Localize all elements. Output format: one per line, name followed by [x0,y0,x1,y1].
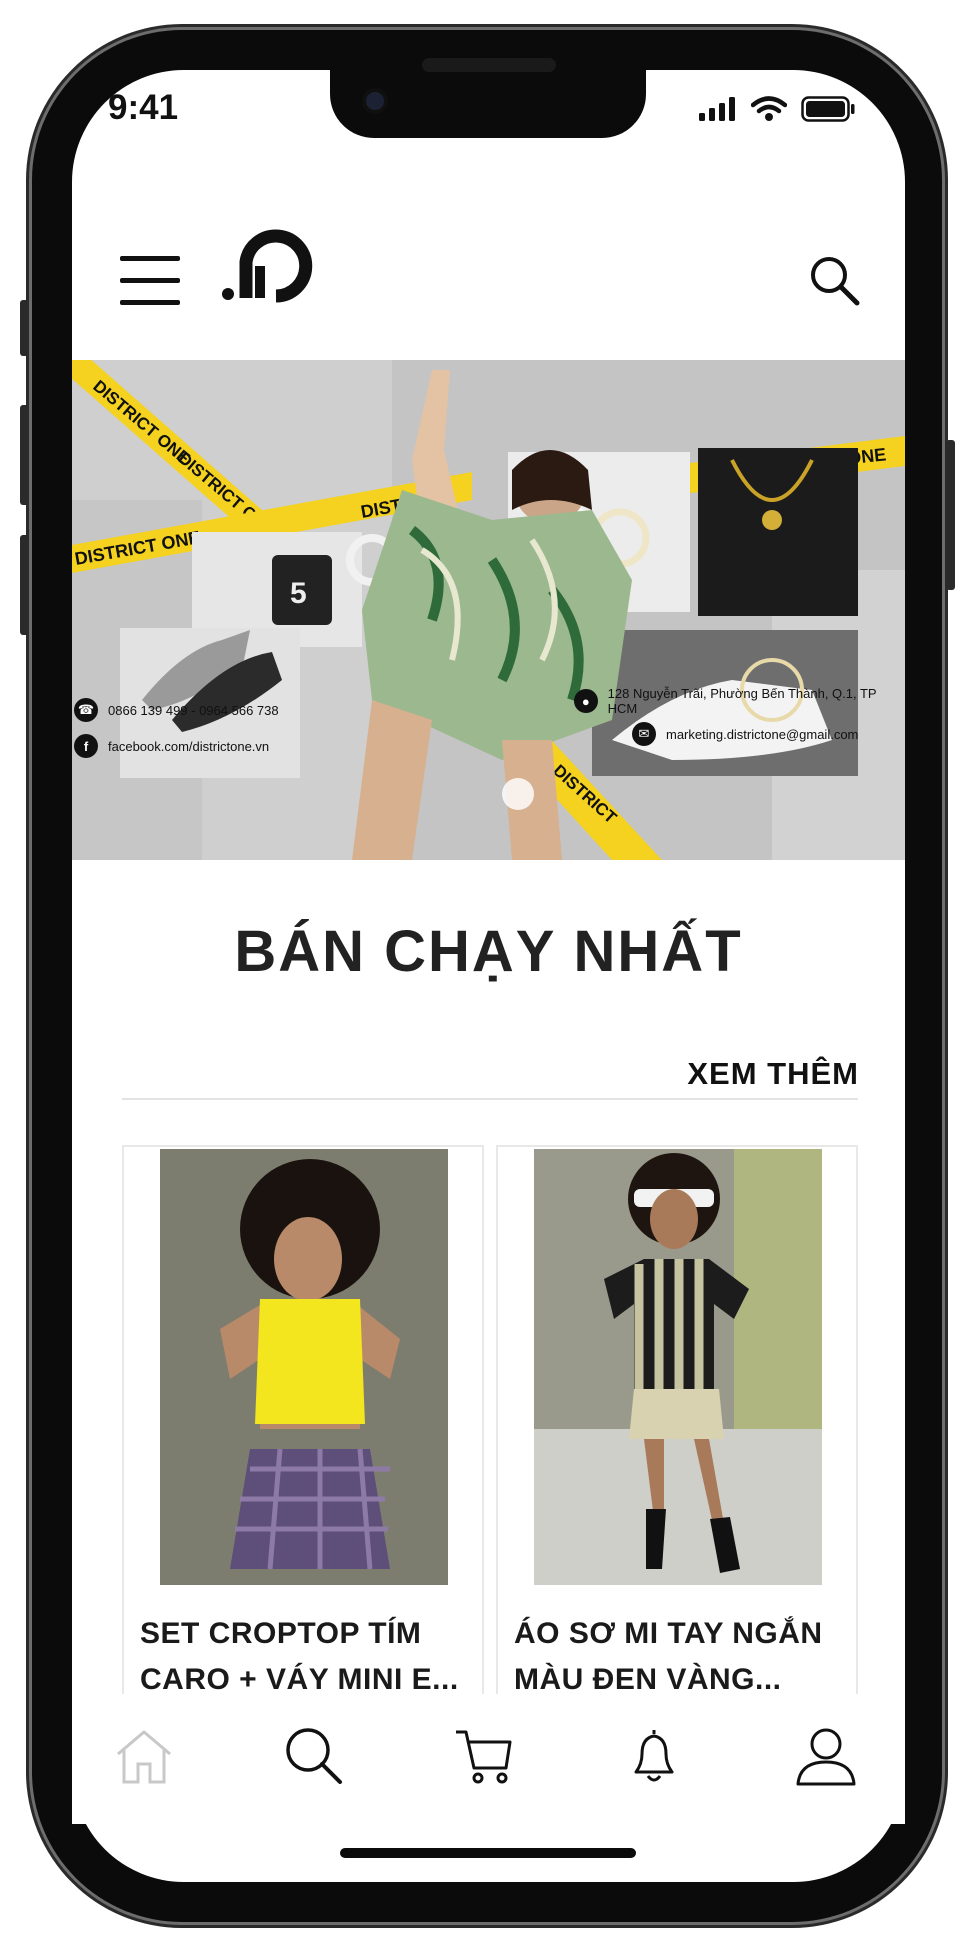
notch [330,58,646,138]
hero-banner[interactable]: DISTRICT ONE DISTRICT ONE DISTRICT ONE D… [72,360,905,860]
product-image[interactable] [160,1149,448,1585]
cart-icon [456,1730,512,1784]
header-search-icon[interactable] [808,254,860,306]
status-icons [699,96,855,122]
nav-profile[interactable] [794,1724,858,1788]
phone-icon: ☎ [74,698,98,722]
nav-home[interactable] [112,1724,176,1788]
menu-line [120,256,180,261]
banner-facebook-text: facebook.com/districtone.vn [108,738,270,754]
search-icon [286,1728,342,1784]
speaker [422,58,556,72]
carousel-indicator[interactable] [502,778,534,810]
product-name[interactable]: SET CROPTOP TÍM CARO + VÁY MINI E... [140,1611,472,1695]
location-pin-icon: ● [574,689,598,713]
product-card[interactable]: SET CROPTOP TÍM CARO + VÁY MINI E... [122,1145,484,1695]
section-title: BÁN CHẠY NHẤT [234,919,743,984]
facebook-icon: f [74,734,98,758]
banner-facebook: f facebook.com/districtone.vn [74,734,269,758]
see-more-link[interactable]: XEM THÊM [687,1056,859,1092]
banner-email-text: marketing.districtone@gmail.com [666,726,859,742]
product-image[interactable] [534,1149,822,1585]
banner-artwork: DISTRICT ONE DISTRICT ONE DISTRICT ONE D… [72,360,905,860]
power-button [946,440,955,590]
menu-line [120,278,180,283]
svg-text:5: 5 [290,577,307,610]
menu-line [120,300,180,305]
front-camera [362,88,388,114]
section-divider [122,1098,858,1100]
product-name[interactable]: ÁO SƠ MI TAY NGẮN MÀU ĐEN VÀNG... [514,1611,846,1695]
brand-logo[interactable] [222,222,318,308]
user-icon [796,1728,856,1786]
volume-up-button [20,405,29,505]
volume-down-button [20,535,29,635]
mail-icon: ✉ [632,722,656,746]
nav-notifications[interactable] [622,1724,686,1788]
menu-button[interactable] [120,256,182,306]
bell-icon [634,1730,674,1782]
wifi-icon [751,96,787,121]
banner-address: ● 128 Nguyễn Trãi, Phường Bến Thành, Q.1… [574,686,905,716]
signal-icon [699,97,735,121]
banner-email: ✉ marketing.districtone@gmail.com [632,722,858,746]
mute-switch [20,300,29,356]
banner-phone-text: 0866 139 499 - 0964 566 738 [108,702,279,718]
nav-cart[interactable] [452,1724,516,1788]
necklace-tile [698,448,858,616]
nav-search[interactable] [282,1724,346,1788]
status-time: 9:41 [108,88,179,127]
bottom-navigation [72,1694,905,1824]
banner-address-text: 128 Nguyễn Trãi, Phường Bến Thành, Q.1, … [607,686,877,716]
product-card[interactable]: ÁO SƠ MI TAY NGẮN MÀU ĐEN VÀNG... [496,1145,858,1695]
banner-phone: ☎ 0866 139 499 - 0964 566 738 [74,698,279,722]
battery-icon [801,96,855,122]
home-icon [117,1730,171,1784]
home-indicator [340,1848,636,1858]
